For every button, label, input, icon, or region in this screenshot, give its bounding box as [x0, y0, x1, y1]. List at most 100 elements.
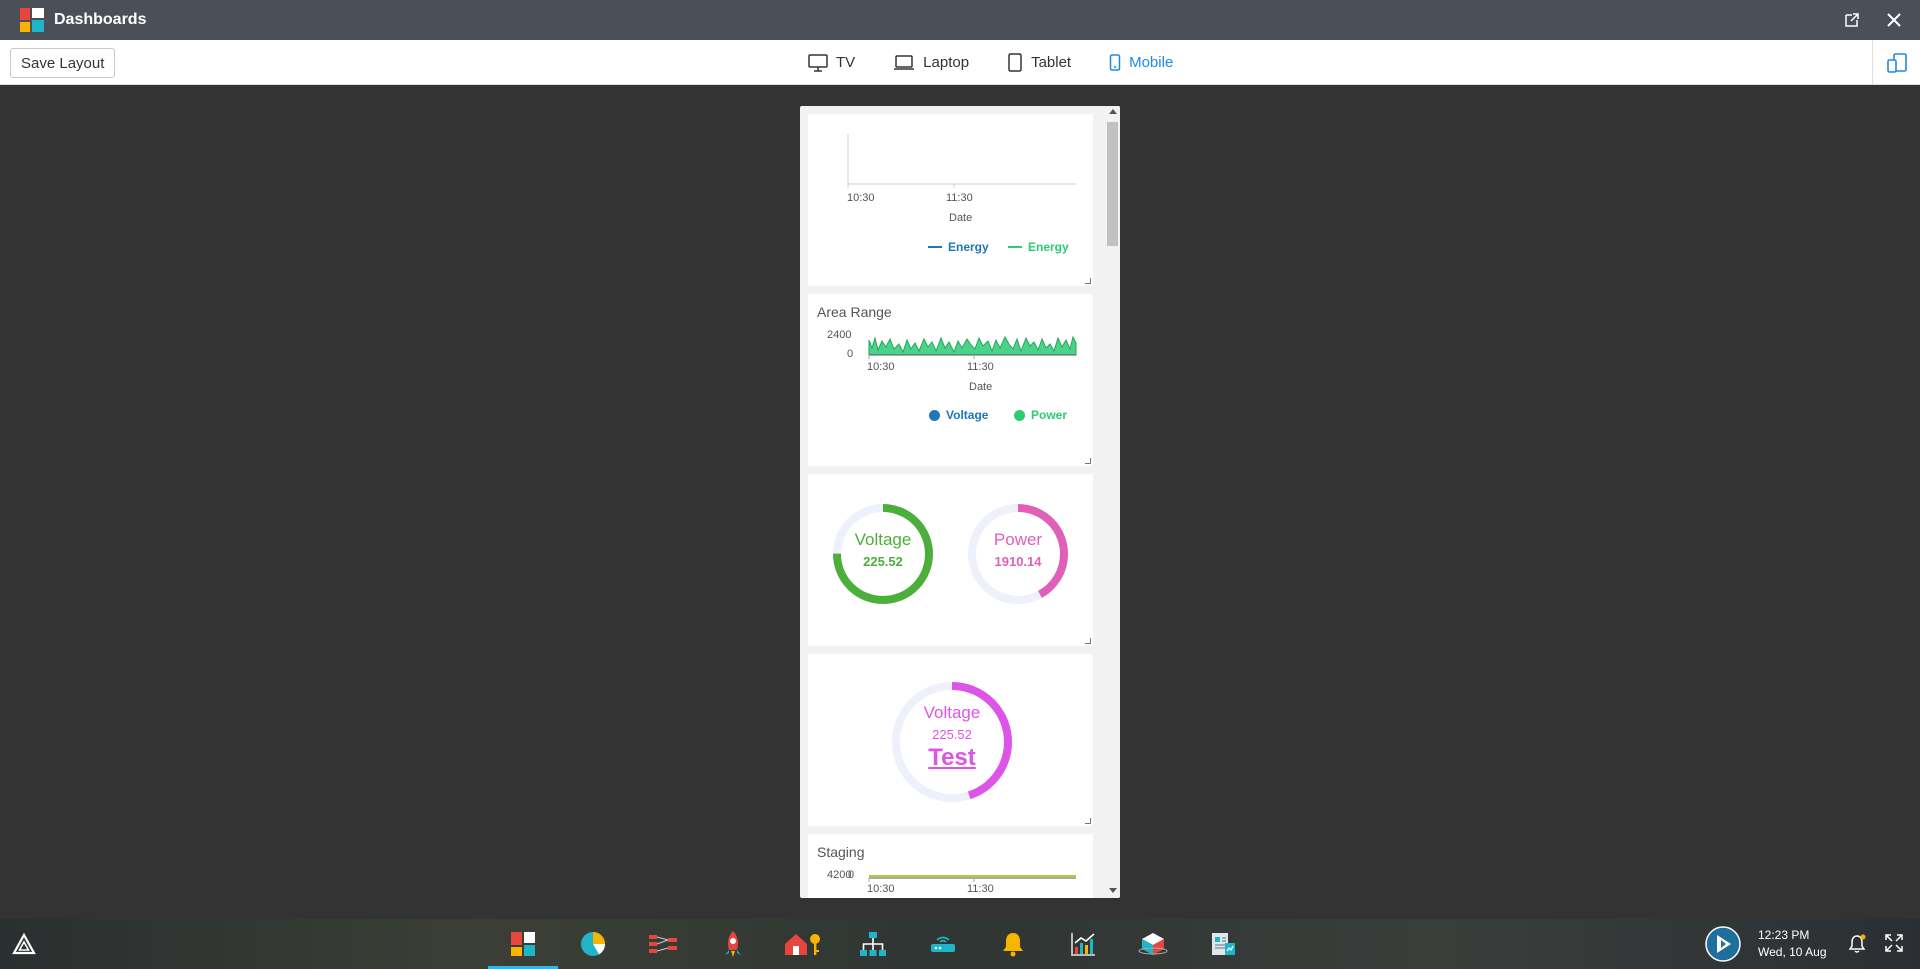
reports-app-icon	[581, 932, 605, 956]
legend-item[interactable]: Energy	[1008, 240, 1069, 254]
mobile-icon	[1109, 54, 1121, 71]
legend-line-icon	[1008, 246, 1022, 248]
x-tick-label: 10:30	[867, 883, 895, 895]
home-key-app-icon	[785, 934, 820, 955]
devices-icon	[1886, 52, 1907, 73]
taskbar-apps	[488, 919, 1258, 969]
analytics-app-icon	[1071, 933, 1095, 956]
test-gauge-widget: Voltage 225.52 Test	[808, 654, 1093, 826]
triangle-logo-icon	[12, 932, 36, 955]
legend-label: Power	[1031, 408, 1068, 422]
fullscreen-icon	[1885, 934, 1903, 952]
documents-app-icon	[1212, 933, 1235, 955]
taskbar-app-flows[interactable]	[628, 919, 698, 969]
device-laptop-label: Laptop	[923, 54, 970, 71]
gauge-value: 1910.14	[994, 554, 1042, 569]
energy-chart-widget: 10:30 11:30 Date Energy Energy	[808, 114, 1093, 286]
device-tablet[interactable]: Tablet	[1007, 53, 1071, 72]
taskbar-clock[interactable]: 12:23 PM Wed, 10 Aug	[1758, 927, 1827, 961]
mobile-preview-frame: 10:30 11:30 Date Energy Energy Area Rang…	[800, 106, 1120, 898]
layout-toggle-button[interactable]	[1872, 40, 1920, 85]
resize-handle[interactable]	[1085, 818, 1091, 824]
save-layout-button[interactable]: Save Layout	[10, 48, 116, 78]
fullscreen-button[interactable]	[1884, 933, 1904, 958]
x-tick-label: 10:30	[867, 361, 895, 373]
cube-app-icon	[1138, 933, 1168, 955]
start-menu-button[interactable]	[12, 932, 36, 960]
close-icon	[1887, 13, 1901, 27]
x-axis-label: Date	[949, 212, 973, 224]
legend-label: Voltage	[946, 408, 989, 422]
gauge-label: Voltage	[854, 530, 912, 549]
x-axis-label: Date	[969, 381, 993, 393]
alerts-app-icon	[1003, 933, 1023, 957]
account-button[interactable]	[1704, 925, 1742, 968]
legend-line-icon	[928, 246, 942, 248]
test-gauge-text: Voltage 225.52 Test	[890, 703, 1014, 772]
laptop-icon	[894, 54, 915, 70]
tablet-icon	[1008, 53, 1022, 72]
dashboards-logo-icon	[20, 8, 44, 32]
legend-item[interactable]: Voltage	[929, 408, 988, 422]
taskbar-app-cube[interactable]	[1118, 919, 1188, 969]
title-bar: Dashboards	[0, 0, 1920, 40]
resize-handle[interactable]	[1085, 278, 1091, 284]
legend-item[interactable]: Power	[1014, 408, 1067, 422]
device-mobile[interactable]: Mobile	[1109, 54, 1173, 71]
bell-icon	[1848, 934, 1866, 953]
popout-icon	[1845, 13, 1859, 27]
taskbar-app-dashboards[interactable]	[488, 919, 558, 969]
tv-icon	[808, 53, 828, 72]
taskbar-app-alerts[interactable]	[978, 919, 1048, 969]
taskbar: 12:23 PM Wed, 10 Aug	[0, 919, 1920, 969]
taskbar-app-reports[interactable]	[558, 919, 628, 969]
x-tick-label: 11:30	[946, 192, 973, 204]
clock-date: Wed, 10 Aug	[1758, 945, 1827, 959]
taskbar-app-home[interactable]	[768, 919, 838, 969]
device-laptop[interactable]: Laptop	[893, 54, 969, 71]
taskbar-app-analytics[interactable]	[1048, 919, 1118, 969]
area-range-plot	[868, 335, 1077, 359]
x-tick-label: 10:30	[847, 192, 875, 204]
toolbar: Save Layout TV Laptop Tablet Mobile	[0, 40, 1920, 85]
device-switcher: TV Laptop Tablet Mobile	[808, 40, 1173, 85]
rocket-app-icon	[725, 931, 741, 957]
voltage-gauge-text: Voltage 225.52	[831, 530, 935, 569]
legend-dot-icon	[1014, 409, 1025, 421]
energy-chart-plot	[847, 134, 1076, 188]
device-tv[interactable]: TV	[808, 53, 856, 72]
staging-plot	[868, 875, 1076, 882]
legend-label: Energy	[948, 240, 989, 254]
device-mobile-label: Mobile	[1129, 54, 1174, 71]
gauge-label: Power	[993, 530, 1043, 549]
scroll-down-icon[interactable]	[1109, 888, 1117, 893]
area-range-widget: Area Range 2400 0 10:30 11:30 Date Volta…	[808, 294, 1093, 466]
taskbar-app-documents[interactable]	[1188, 919, 1258, 969]
gauge-label: Voltage	[923, 703, 981, 722]
legend-label: Energy	[1028, 240, 1069, 254]
taskbar-app-router[interactable]	[908, 919, 978, 969]
scrollbar-thumb[interactable]	[1107, 122, 1118, 246]
taskbar-app-hierarchy[interactable]	[838, 919, 908, 969]
preview-scrollbar[interactable]	[1105, 106, 1120, 898]
device-tv-label: TV	[836, 54, 856, 71]
flows-app-icon	[649, 935, 677, 953]
notifications-button[interactable]	[1846, 933, 1868, 960]
window-title: Dashboards	[54, 11, 147, 28]
resize-handle[interactable]	[1085, 458, 1091, 464]
router-app-icon	[931, 936, 955, 952]
hierarchy-app-icon	[860, 932, 886, 956]
gauges-widget: Voltage 225.52 Power 1910.14	[808, 474, 1093, 646]
legend-dot-icon	[929, 409, 940, 421]
device-tablet-label: Tablet	[1031, 54, 1072, 71]
legend-item[interactable]: Energy	[928, 240, 989, 254]
popout-button[interactable]	[1844, 12, 1860, 28]
power-gauge-text: Power 1910.14	[966, 530, 1070, 569]
taskbar-app-rocket[interactable]	[698, 919, 768, 969]
close-button[interactable]	[1886, 12, 1902, 28]
test-link[interactable]: Test	[890, 744, 1014, 772]
scroll-up-icon[interactable]	[1109, 109, 1117, 114]
gauge-value: 225.52	[932, 727, 972, 742]
resize-handle[interactable]	[1085, 638, 1091, 644]
staging-widget: Staging 4200 0 10:30 11:30	[808, 834, 1093, 898]
